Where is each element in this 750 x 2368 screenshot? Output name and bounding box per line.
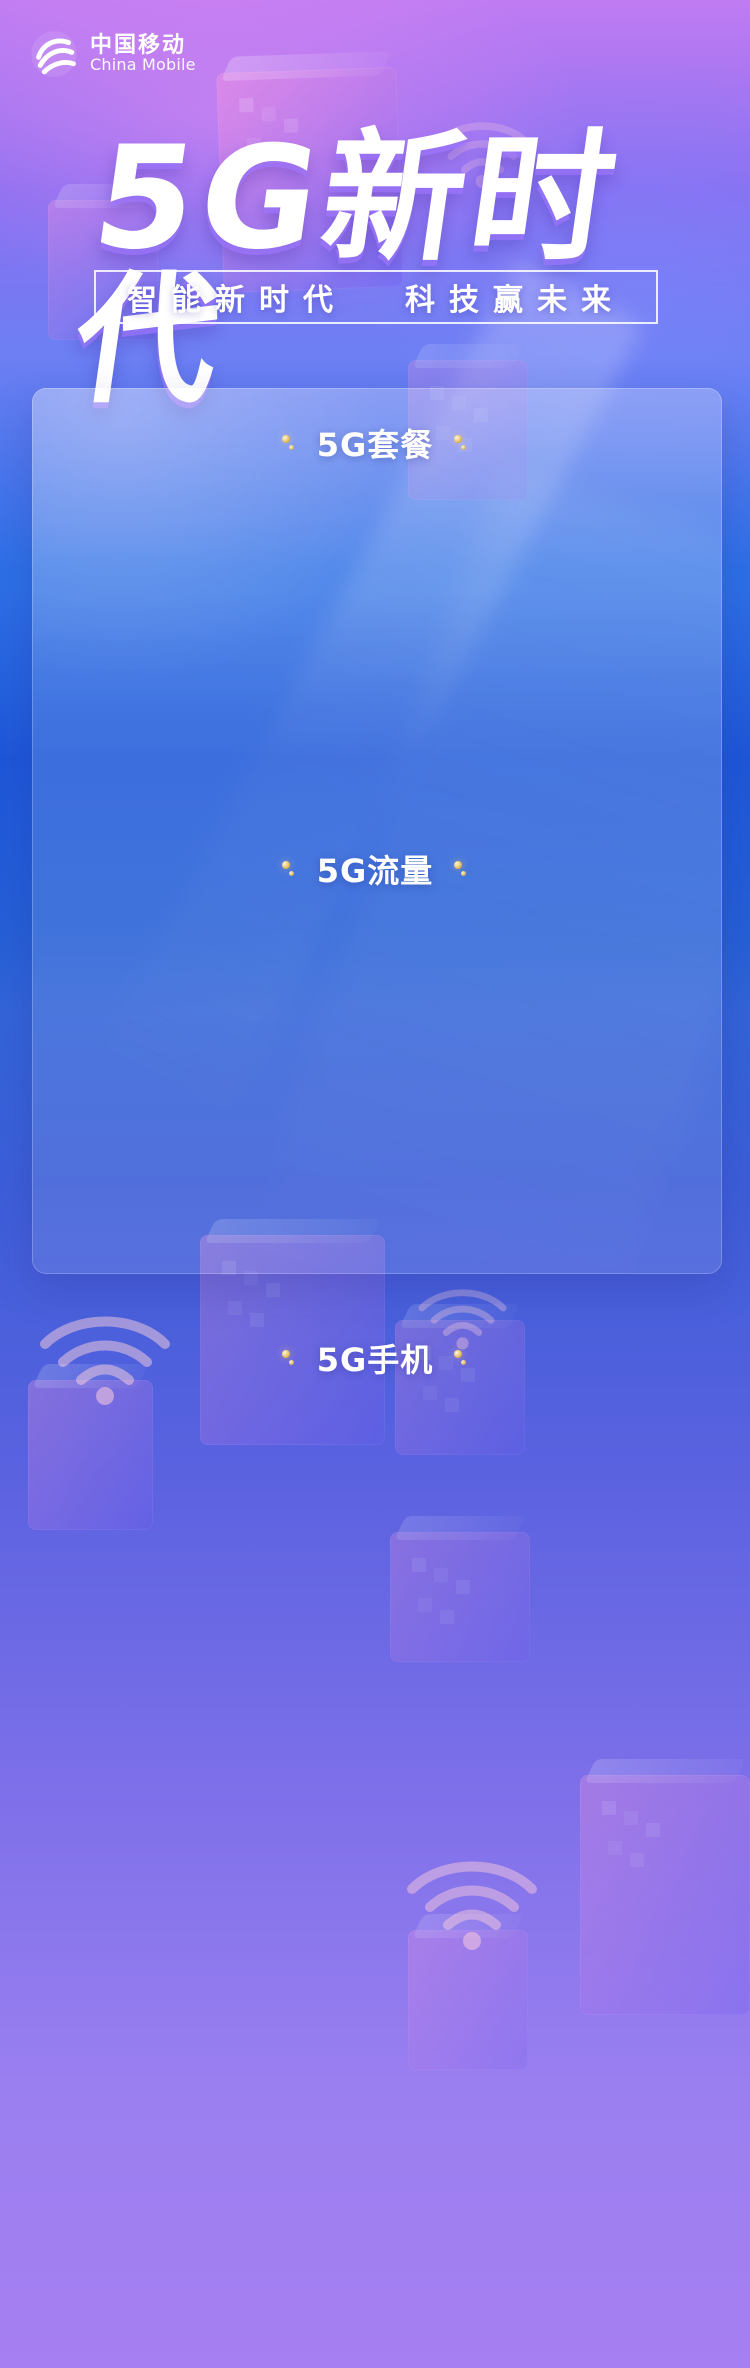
wifi-icon: [402, 1845, 542, 1955]
gold-dot-ornament-icon: [451, 433, 471, 453]
content-panel: [32, 388, 722, 1274]
decorative-building: [390, 1532, 530, 1662]
brand-name-cn: 中国移动: [90, 33, 187, 59]
gold-dot-ornament-icon: [279, 859, 299, 879]
china-mobile-logo-icon: [31, 31, 77, 77]
wifi-icon: [430, 110, 535, 192]
hero-subtitle-right: 科技赢未来: [405, 283, 625, 318]
brand-name-en: China Mobile: [90, 55, 196, 75]
brand-text: 中国移动 China Mobile: [90, 34, 196, 74]
section-heading-5g-plan: 5G套餐: [0, 420, 750, 466]
decorative-building: [216, 66, 404, 294]
section-title: 5G流量: [316, 852, 434, 890]
decorative-building: [580, 1775, 750, 2015]
gold-dot-ornament-icon: [279, 433, 299, 453]
gold-dot-ornament-icon: [451, 859, 471, 879]
section-title: 5G套餐: [316, 426, 434, 464]
decorative-building: [48, 200, 158, 340]
gold-dot-ornament-icon: [279, 1348, 299, 1368]
brand-logo: 中国移动 China Mobile: [28, 28, 196, 80]
section-heading-5g-data: 5G流量: [0, 846, 750, 892]
gold-dot-ornament-icon: [451, 1348, 471, 1368]
section-title: 5G手机: [316, 1341, 434, 1379]
section-heading-5g-phone: 5G手机: [0, 1335, 750, 1381]
